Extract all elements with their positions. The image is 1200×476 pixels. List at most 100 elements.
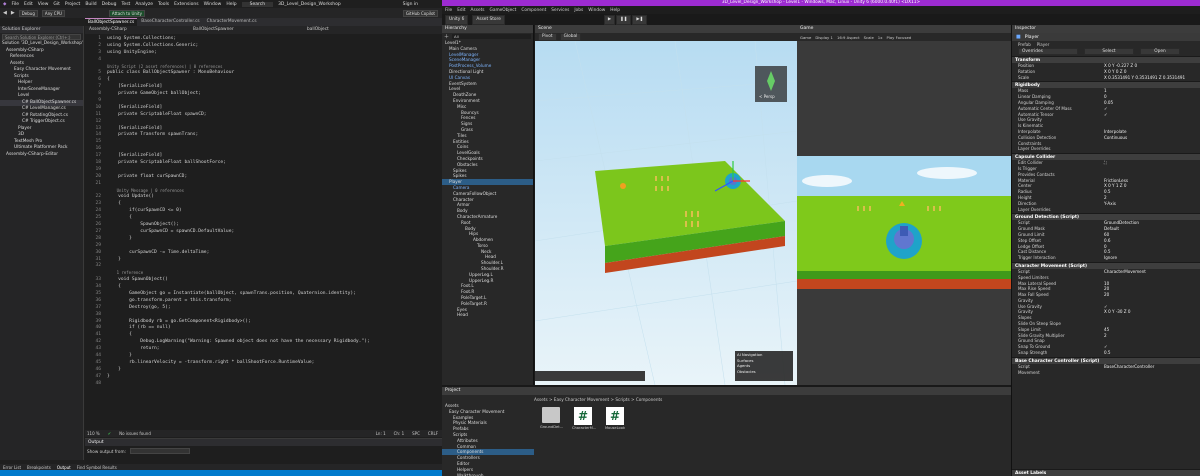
code-line: 5 public class BallObjectSpawner : MonoBe… xyxy=(85,70,442,77)
perspective-label[interactable]: < Persp xyxy=(759,94,775,99)
open-button[interactable]: Open xyxy=(1140,48,1180,55)
vs-menu-debug[interactable]: Debug xyxy=(102,2,117,7)
code-lines[interactable]: 1 using System.Collections; 2 using System.… xyxy=(85,34,442,387)
vs-copilot-button[interactable]: GitHub Copilot xyxy=(402,9,438,17)
hierarchy-item[interactable]: Head xyxy=(442,312,533,318)
game-mode-select[interactable]: Game xyxy=(800,35,811,40)
vs-attach-unity-button[interactable]: Attach to Unity xyxy=(108,9,145,17)
inspector-field[interactable]: Trigger Interaction Ignore xyxy=(1012,255,1200,261)
vs-menu-help[interactable]: Help xyxy=(226,2,236,7)
play-focused-select[interactable]: Play Focused xyxy=(886,35,911,40)
asset-store-button[interactable]: Asset Store xyxy=(472,14,505,25)
unity-menu-services[interactable]: Services xyxy=(551,8,569,13)
project-folder[interactable]: Walkthrough xyxy=(442,473,534,476)
solution-explorer-search[interactable]: Search Solution Explorer (Ctrl+;) xyxy=(2,34,81,40)
unity-account-button[interactable]: Unity 6 xyxy=(445,14,469,25)
vs-menu-tools[interactable]: Tools xyxy=(158,2,169,7)
inspector-field[interactable]: Snap Strength 0.5 xyxy=(1012,350,1200,356)
overrides-button[interactable]: Overrides xyxy=(1018,48,1078,55)
tab-game[interactable]: Game xyxy=(800,25,813,33)
tab-error-list[interactable]: Error List xyxy=(3,465,21,470)
transform-header[interactable]: Transform xyxy=(1012,56,1200,63)
field-value[interactable] xyxy=(1104,370,1196,376)
editor-tabs: BallObjectSpawner.cs BaseCharacterContro… xyxy=(85,18,442,26)
play-icon[interactable]: ▶ xyxy=(603,14,616,25)
file-grounddetection[interactable]: GroundDet... xyxy=(540,407,563,474)
solution-tree-item[interactable]: Assembly-CSharp-Editor xyxy=(0,152,83,159)
field-value[interactable] xyxy=(1104,146,1196,152)
aspect-select[interactable]: 16:9 Aspect xyxy=(837,35,860,40)
display-select[interactable]: Display 1 xyxy=(815,35,833,40)
pivot-toggle[interactable]: Pivot xyxy=(538,33,557,41)
component-header-charmove[interactable]: Character Movement (Script) xyxy=(1012,261,1200,269)
unity-menu-help[interactable]: Help xyxy=(610,8,620,13)
vs-forward-icon[interactable]: ▶ xyxy=(11,10,15,16)
inspector-field[interactable]: Layer Overrides xyxy=(1012,146,1200,152)
transform-scale[interactable]: Scale X 0.3531491 Y 0.3531491 Z 0.3531491 xyxy=(1012,75,1200,81)
global-toggle[interactable]: Global xyxy=(559,33,582,41)
output-source-select[interactable] xyxy=(129,448,190,454)
component-header-rigidbody[interactable]: Rigidbody xyxy=(1012,81,1200,89)
breadcrumb-project[interactable]: Assembly-CSharp xyxy=(89,26,189,34)
vs-menu-extensions[interactable]: Extensions xyxy=(174,2,198,7)
file-mouselook[interactable]: # MouseLook xyxy=(604,407,626,474)
tab-find-symbol[interactable]: Find Symbol Results xyxy=(77,465,117,470)
unity-menu-gameobject[interactable]: GameObject xyxy=(490,8,517,13)
vs-sign-in[interactable]: Sign in xyxy=(403,2,418,7)
vs-platform-select[interactable]: Any CPU xyxy=(41,9,65,17)
vs-menu-project[interactable]: Project xyxy=(65,2,80,7)
vs-config-select[interactable]: Debug xyxy=(18,9,38,17)
vs-menu-window[interactable]: Window xyxy=(204,2,222,7)
field-value[interactable]: Ignore xyxy=(1104,255,1196,261)
step-icon[interactable]: ▶❚ xyxy=(632,14,648,25)
unity-menu-assets[interactable]: Assets xyxy=(471,8,485,13)
pause-icon[interactable]: ❚❚ xyxy=(616,14,632,25)
scale-value[interactable]: 1x xyxy=(878,35,883,40)
object-name[interactable]: Player xyxy=(1025,35,1039,40)
scene-viewport[interactable] xyxy=(535,41,797,385)
vs-menu-git[interactable]: Git xyxy=(53,2,60,7)
breadcrumb-class[interactable]: BallObjectSpawner xyxy=(193,26,303,34)
component-header-capsule[interactable]: Capsule Collider xyxy=(1012,153,1200,161)
game-viewport[interactable] xyxy=(797,41,1011,385)
breadcrumb-member[interactable]: ballObject xyxy=(307,26,329,34)
unity-menu-window[interactable]: Window xyxy=(588,8,605,13)
vs-status-bar xyxy=(0,470,442,476)
code-line: 12 xyxy=(85,119,442,126)
field-value[interactable] xyxy=(1104,207,1196,213)
inspector-field[interactable]: Movement xyxy=(1012,370,1200,376)
project-breadcrumb[interactable]: Assets > Easy Character Movement > Scrip… xyxy=(534,397,1011,402)
tab-ballobjectspawner[interactable]: BallObjectSpawner.cs xyxy=(85,18,138,26)
file-charactermovement[interactable]: # CharacterM... xyxy=(572,407,596,474)
hierarchy-search[interactable]: All xyxy=(452,34,531,39)
field-value[interactable]: 0.5 xyxy=(1104,350,1196,356)
select-button[interactable]: Select xyxy=(1084,48,1134,55)
component-header-basechar[interactable]: Base Character Controller (Script) xyxy=(1012,356,1200,364)
vs-menu-edit[interactable]: Edit xyxy=(24,2,33,7)
vs-search-box[interactable]: Search xyxy=(241,1,274,7)
tab-output[interactable]: Output xyxy=(57,465,71,470)
vs-menu-view[interactable]: View xyxy=(38,2,49,7)
tab-breakpoints[interactable]: Breakpoints xyxy=(27,465,51,470)
zoom-level[interactable]: 110 % xyxy=(87,430,100,437)
vs-menu-test[interactable]: Test xyxy=(121,2,130,7)
tab-charactermovement[interactable]: CharacterMovement.cs xyxy=(203,18,260,26)
tab-scene[interactable]: Scene xyxy=(538,25,552,33)
vs-menu-build[interactable]: Build xyxy=(85,2,96,7)
asset-labels-header[interactable]: Asset Labels xyxy=(1012,469,1200,476)
issues-status[interactable]: No issues found xyxy=(119,430,151,437)
solution-tree-item[interactable]: Solution '3D_Level_Design_Workshop' xyxy=(0,41,83,48)
vs-menu-analyze[interactable]: Analyze xyxy=(135,2,153,7)
code-line: 24 if(curSpawnCD <= 0) xyxy=(85,208,442,215)
component-header-ground[interactable]: Ground Detection (Script) xyxy=(1012,213,1200,221)
vs-menu-file[interactable]: File xyxy=(11,2,19,7)
nav-obstacles[interactable]: Obstacles xyxy=(737,369,793,375)
inspector-field[interactable]: Layer Overrides xyxy=(1012,207,1200,213)
unity-menu-file[interactable]: File xyxy=(445,8,452,13)
add-icon[interactable]: ＋ xyxy=(444,33,449,40)
vs-back-icon[interactable]: ◀ xyxy=(3,10,7,16)
unity-menu-component[interactable]: Component xyxy=(521,8,546,13)
unity-menu-edit[interactable]: Edit xyxy=(457,8,465,13)
unity-menu-jobs[interactable]: Jobs xyxy=(574,8,583,13)
tab-basecharactercontroller[interactable]: BaseCharacterController.cs xyxy=(138,18,203,26)
